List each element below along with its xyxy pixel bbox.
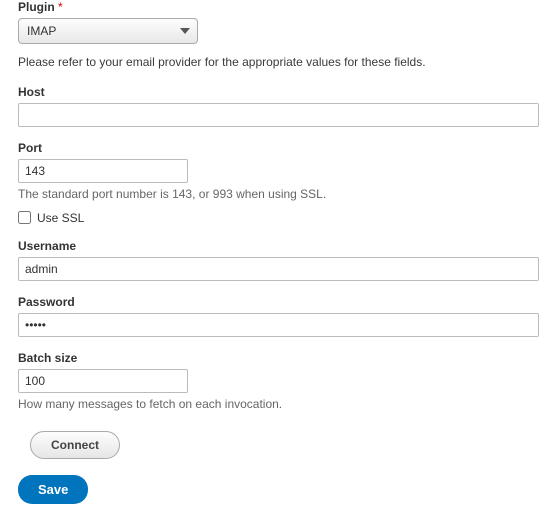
port-input[interactable] — [18, 159, 188, 183]
ssl-field: Use SSL — [18, 211, 539, 225]
plugin-select[interactable]: IMAP — [18, 18, 198, 44]
port-field: Port The standard port number is 143, or… — [18, 141, 539, 201]
save-button[interactable]: Save — [18, 475, 88, 504]
batch-input[interactable] — [18, 369, 188, 393]
batch-field: Batch size How many messages to fetch on… — [18, 351, 539, 411]
username-field: Username — [18, 239, 539, 281]
plugin-select-wrap: IMAP — [18, 18, 198, 44]
plugin-hint: Please refer to your email provider for … — [18, 54, 539, 71]
ssl-label: Use SSL — [37, 211, 84, 225]
ssl-checkbox[interactable] — [18, 211, 31, 224]
password-input[interactable] — [18, 313, 539, 337]
port-desc: The standard port number is 143, or 993 … — [18, 187, 539, 201]
plugin-label: Plugin * — [18, 0, 539, 14]
batch-desc: How many messages to fetch on each invoc… — [18, 397, 539, 411]
password-label: Password — [18, 295, 539, 309]
connect-button[interactable]: Connect — [30, 431, 120, 459]
plugin-field: Plugin * IMAP — [18, 0, 539, 44]
host-field: Host — [18, 85, 539, 127]
username-label: Username — [18, 239, 539, 253]
username-input[interactable] — [18, 257, 539, 281]
required-marker: * — [58, 0, 63, 14]
host-input[interactable] — [18, 103, 539, 127]
port-label: Port — [18, 141, 539, 155]
batch-label: Batch size — [18, 351, 539, 365]
plugin-label-text: Plugin — [18, 0, 55, 14]
host-label: Host — [18, 85, 539, 99]
password-field: Password — [18, 295, 539, 337]
